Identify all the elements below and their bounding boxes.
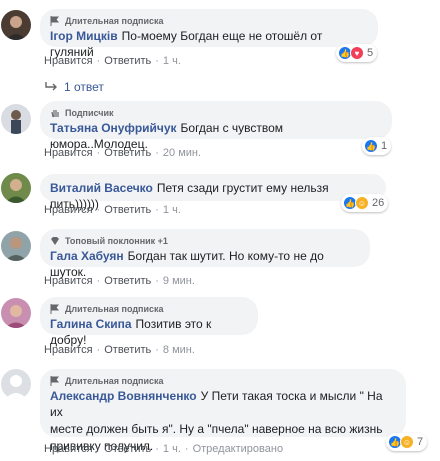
- separator: ·: [96, 443, 101, 455]
- reply-button[interactable]: Ответить: [104, 147, 151, 159]
- separator: ·: [96, 55, 101, 67]
- author-name[interactable]: Гала Хабуян: [50, 249, 124, 263]
- haha-reaction-icon: ☺: [400, 435, 414, 449]
- separator: ·: [155, 147, 159, 159]
- separator: ·: [96, 344, 101, 356]
- badge: Длительная подписка: [50, 303, 248, 315]
- author-name[interactable]: Галина Скипа: [50, 317, 132, 331]
- timestamp[interactable]: 8 мин.: [163, 344, 195, 356]
- separator: ·: [96, 275, 101, 287]
- like-button[interactable]: Нравится: [44, 443, 93, 455]
- like-button[interactable]: Нравится: [44, 275, 93, 287]
- timestamp[interactable]: 1 ч.: [163, 55, 181, 67]
- haha-reaction-icon: ☺: [355, 196, 369, 210]
- reply-button[interactable]: Ответить: [104, 275, 151, 287]
- view-replies-link[interactable]: 1 ответ: [44, 80, 104, 94]
- flag-icon: [50, 376, 60, 386]
- like-button[interactable]: Нравится: [44, 55, 93, 67]
- badge: Топовый поклонник +1: [50, 235, 360, 247]
- like-button[interactable]: Нравится: [44, 344, 93, 356]
- avatar[interactable]: [1, 104, 31, 134]
- badge-label: Длительная подписка: [65, 16, 164, 26]
- separator: ·: [155, 204, 159, 216]
- comment-bubble: Длительная подписка Галина Скипа Позитив …: [40, 297, 258, 347]
- author-name[interactable]: Александр Вовнянченко: [50, 389, 197, 403]
- like-button[interactable]: Нравится: [44, 204, 93, 216]
- badge-label: Длительная подписка: [65, 304, 164, 314]
- separator: ·: [96, 204, 101, 216]
- timestamp[interactable]: 1 ч.: [163, 443, 181, 455]
- avatar[interactable]: [1, 231, 31, 261]
- badge: Длительная подписка: [50, 15, 368, 27]
- replies-count: 1 ответ: [64, 80, 104, 94]
- avatar[interactable]: [1, 369, 31, 399]
- badge: Подписчик: [50, 107, 382, 119]
- separator: ·: [96, 147, 101, 159]
- love-reaction-icon: ♥: [350, 46, 364, 60]
- comment-bubble: Топовый поклонник +1 Гала Хабуян Богдан т…: [40, 229, 370, 279]
- reply-button[interactable]: Ответить: [104, 55, 151, 67]
- reply-button[interactable]: Ответить: [104, 204, 151, 216]
- reactions[interactable]: 👍 ☺ 7: [386, 433, 428, 451]
- reply-arrow-icon: [45, 82, 57, 91]
- separator: ·: [155, 275, 159, 287]
- separator: ·: [155, 344, 159, 356]
- flag-icon: [50, 16, 60, 26]
- badge-label: Топовый поклонник +1: [65, 236, 168, 246]
- edited-label: Отредактировано: [192, 443, 284, 455]
- separator: ·: [155, 55, 159, 67]
- separator: ·: [184, 443, 189, 455]
- reaction-count: 5: [367, 47, 374, 59]
- badge-label: Подписчик: [65, 108, 114, 118]
- avatar[interactable]: [1, 298, 31, 328]
- comment-text: месте должен быть я". Ну а "пчела" навер…: [50, 422, 383, 436]
- comment-bubble: Подписчик Татьяна Онуфрийчук Богдан с чув…: [40, 101, 392, 151]
- timestamp[interactable]: 9 мин.: [163, 275, 195, 287]
- avatar[interactable]: [1, 10, 31, 40]
- reactions[interactable]: 👍 1: [362, 137, 392, 155]
- comment-bubble: Виталий Васечко Петя сзади грустит ему не…: [40, 174, 386, 211]
- diamond-icon: [51, 237, 59, 245]
- reactions[interactable]: 👍 ♥ 5: [336, 44, 378, 62]
- reactions[interactable]: 👍 ☺ 26: [341, 194, 389, 212]
- author-name[interactable]: Виталий Васечко: [50, 181, 153, 195]
- reply-button[interactable]: Ответить: [104, 344, 151, 356]
- timestamp[interactable]: 20 мин.: [163, 147, 201, 159]
- avatar[interactable]: [1, 173, 31, 203]
- timestamp[interactable]: 1 ч.: [163, 204, 181, 216]
- separator: ·: [155, 443, 159, 455]
- badge-label: Длительная подписка: [65, 376, 164, 386]
- author-name[interactable]: Татьяна Онуфрийчук: [50, 121, 177, 135]
- comment-bubble: Длительная подписка Ігор Мицків По-моему …: [40, 9, 378, 59]
- wave-icon: [51, 110, 59, 118]
- badge: Длительная подписка: [50, 375, 396, 387]
- like-button[interactable]: Нравится: [44, 147, 93, 159]
- flag-icon: [50, 304, 60, 314]
- reaction-count: 7: [417, 436, 424, 448]
- comment-bubble: Длительная подписка Александр Вовнянченк…: [40, 369, 406, 453]
- reply-button[interactable]: Ответить: [104, 443, 151, 455]
- reaction-count: 26: [372, 197, 385, 209]
- like-reaction-icon: 👍: [364, 139, 378, 153]
- reaction-count: 1: [381, 140, 388, 152]
- author-name[interactable]: Ігор Мицків: [50, 29, 118, 43]
